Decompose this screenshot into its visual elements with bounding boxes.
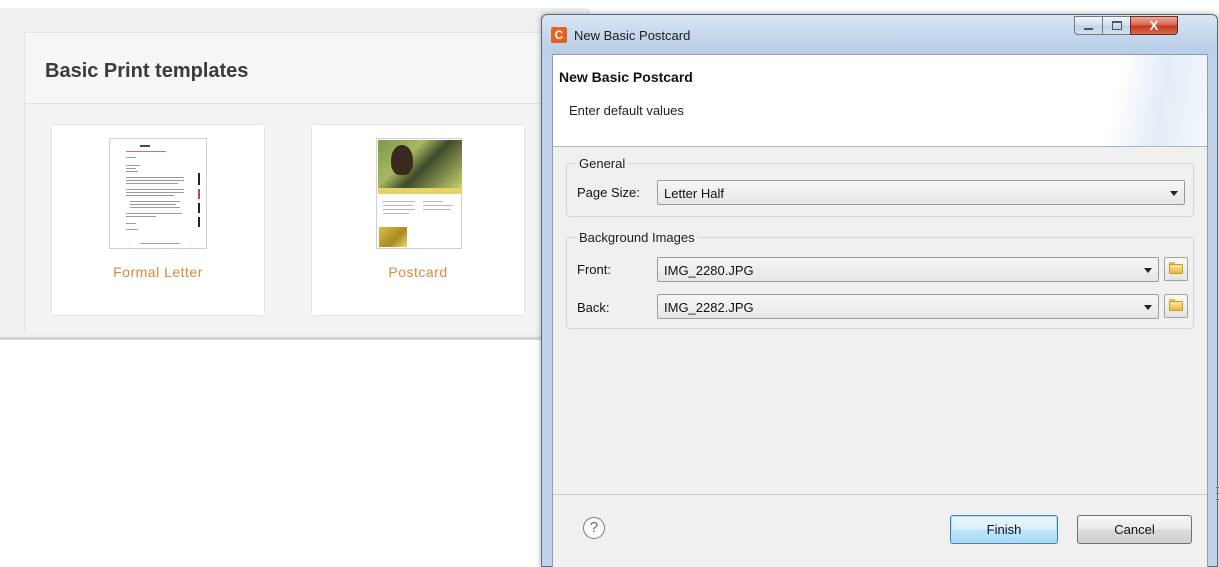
templates-section-title: Basic Print templates (45, 60, 249, 82)
minimize-icon (1084, 28, 1093, 30)
folder-icon (1169, 301, 1183, 311)
general-group: General Page Size: Letter Half (566, 156, 1194, 217)
minimize-button[interactable] (1074, 16, 1103, 35)
formal-letter-thumbnail (109, 138, 207, 249)
back-browse-button[interactable] (1164, 294, 1188, 318)
chevron-down-icon (1144, 268, 1152, 273)
finish-button[interactable]: Finish (950, 515, 1058, 544)
new-basic-postcard-dialog: C New Basic Postcard X New Basic Postcar… (541, 14, 1218, 567)
front-label: Front: (577, 262, 611, 277)
page-size-label: Page Size: (577, 185, 640, 200)
template-label-postcard: Postcard (388, 264, 448, 280)
help-icon[interactable]: ? (583, 517, 605, 539)
postcard-thumbnail (376, 138, 462, 249)
template-label-formal-letter: Formal Letter (113, 264, 203, 280)
maximize-button[interactable] (1102, 16, 1131, 35)
back-image-value: IMG_2282.JPG (664, 300, 754, 315)
app-icon: C (551, 27, 567, 43)
front-browse-button[interactable] (1164, 257, 1188, 281)
close-icon: X (1149, 18, 1159, 33)
dialog-content: New Basic Postcard Enter default values … (552, 54, 1208, 567)
page-size-value: Letter Half (664, 186, 724, 201)
template-card-formal-letter[interactable]: Formal Letter (51, 124, 265, 316)
postcard-photo-figure (391, 145, 413, 175)
postcard-band (378, 188, 462, 194)
chevron-down-icon (1144, 305, 1152, 310)
front-image-value: IMG_2280.JPG (664, 263, 754, 278)
general-group-label: General (577, 156, 628, 171)
page-size-select[interactable]: Letter Half (657, 180, 1185, 205)
wizard-subtitle: Enter default values (569, 103, 684, 118)
template-card-postcard[interactable]: Postcard (311, 124, 525, 316)
close-button[interactable]: X (1130, 16, 1178, 35)
window-controls: X (1074, 16, 1178, 36)
wizard-title: New Basic Postcard (559, 69, 693, 85)
back-label: Back: (577, 300, 610, 315)
wizard-header: New Basic Postcard Enter default values (553, 55, 1207, 147)
footer-divider (553, 494, 1207, 495)
back-image-select[interactable]: IMG_2282.JPG (657, 294, 1159, 319)
maximize-icon (1112, 21, 1122, 30)
chevron-down-icon (1170, 191, 1178, 196)
title-bar[interactable]: C New Basic Postcard X (542, 15, 1217, 54)
background-images-group-label: Background Images (577, 230, 697, 245)
cancel-button[interactable]: Cancel (1077, 515, 1192, 544)
postcard-photo-back (379, 227, 407, 247)
background-images-group: Background Images Front: IMG_2280.JPG Ba… (566, 230, 1194, 329)
window-title: New Basic Postcard (574, 28, 691, 43)
front-image-select[interactable]: IMG_2280.JPG (657, 257, 1159, 282)
folder-icon (1169, 264, 1183, 274)
